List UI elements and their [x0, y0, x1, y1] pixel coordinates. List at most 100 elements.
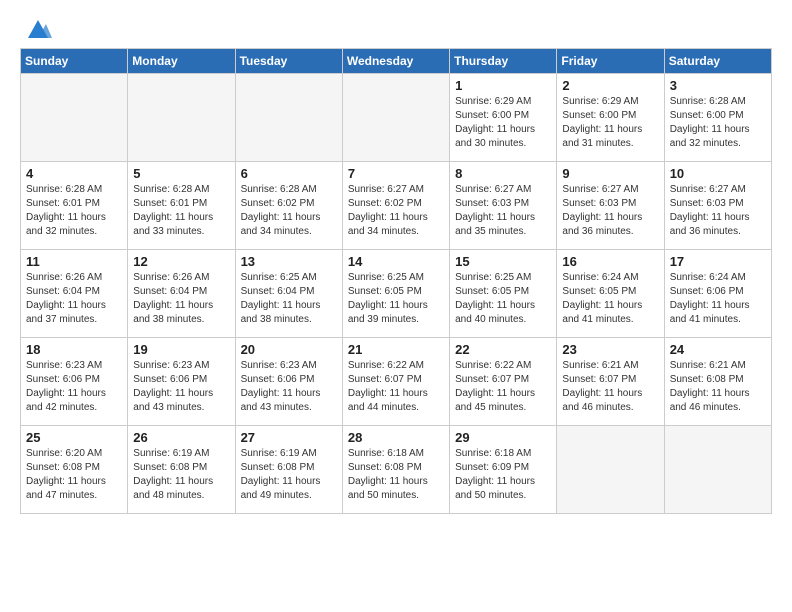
day-number: 26 — [133, 430, 229, 445]
logo — [20, 20, 52, 38]
day-info: Sunrise: 6:19 AMSunset: 6:08 PMDaylight:… — [241, 447, 337, 503]
day-info: Sunrise: 6:26 AMSunset: 6:04 PMDaylight:… — [133, 271, 229, 327]
weekday-header: Thursday — [450, 49, 557, 74]
calendar-cell: 8 Sunrise: 6:27 AMSunset: 6:03 PMDaylight… — [450, 162, 557, 250]
calendar-cell: 14 Sunrise: 6:25 AMSunset: 6:05 PMDayligh… — [342, 250, 449, 338]
day-info: Sunrise: 6:23 AMSunset: 6:06 PMDaylight:… — [133, 359, 229, 415]
day-info: Sunrise: 6:21 AMSunset: 6:08 PMDaylight:… — [670, 359, 766, 415]
day-number: 23 — [562, 342, 658, 357]
day-info: Sunrise: 6:29 AMSunset: 6:00 PMDaylight:… — [455, 95, 551, 151]
calendar-cell: 28 Sunrise: 6:18 AMSunset: 6:08 PMDayligh… — [342, 426, 449, 514]
calendar-cell — [235, 74, 342, 162]
calendar-cell: 25 Sunrise: 6:20 AMSunset: 6:08 PMDayligh… — [21, 426, 128, 514]
day-info: Sunrise: 6:22 AMSunset: 6:07 PMDaylight:… — [455, 359, 551, 415]
weekday-header: Saturday — [664, 49, 771, 74]
calendar-cell: 3 Sunrise: 6:28 AMSunset: 6:00 PMDaylight… — [664, 74, 771, 162]
day-info: Sunrise: 6:25 AMSunset: 6:05 PMDaylight:… — [455, 271, 551, 327]
weekday-header: Sunday — [21, 49, 128, 74]
calendar-cell — [664, 426, 771, 514]
day-number: 6 — [241, 166, 337, 181]
day-number: 2 — [562, 78, 658, 93]
calendar-cell: 24 Sunrise: 6:21 AMSunset: 6:08 PMDayligh… — [664, 338, 771, 426]
calendar-cell: 22 Sunrise: 6:22 AMSunset: 6:07 PMDayligh… — [450, 338, 557, 426]
day-number: 21 — [348, 342, 444, 357]
day-info: Sunrise: 6:23 AMSunset: 6:06 PMDaylight:… — [241, 359, 337, 415]
calendar-cell: 26 Sunrise: 6:19 AMSunset: 6:08 PMDayligh… — [128, 426, 235, 514]
day-number: 16 — [562, 254, 658, 269]
day-info: Sunrise: 6:28 AMSunset: 6:01 PMDaylight:… — [26, 183, 122, 239]
calendar-cell: 21 Sunrise: 6:22 AMSunset: 6:07 PMDayligh… — [342, 338, 449, 426]
day-number: 19 — [133, 342, 229, 357]
day-number: 28 — [348, 430, 444, 445]
calendar-cell: 10 Sunrise: 6:27 AMSunset: 6:03 PMDayligh… — [664, 162, 771, 250]
day-info: Sunrise: 6:28 AMSunset: 6:01 PMDaylight:… — [133, 183, 229, 239]
day-info: Sunrise: 6:23 AMSunset: 6:06 PMDaylight:… — [26, 359, 122, 415]
day-number: 14 — [348, 254, 444, 269]
calendar-cell: 18 Sunrise: 6:23 AMSunset: 6:06 PMDayligh… — [21, 338, 128, 426]
day-info: Sunrise: 6:28 AMSunset: 6:02 PMDaylight:… — [241, 183, 337, 239]
weekday-header: Wednesday — [342, 49, 449, 74]
calendar-cell: 5Sunrise: 6:28 AMSunset: 6:01 PMDaylight… — [128, 162, 235, 250]
calendar-cell: 13 Sunrise: 6:25 AMSunset: 6:04 PMDayligh… — [235, 250, 342, 338]
calendar-cell: 12 Sunrise: 6:26 AMSunset: 6:04 PMDayligh… — [128, 250, 235, 338]
day-number: 24 — [670, 342, 766, 357]
day-number: 1 — [455, 78, 551, 93]
day-info: Sunrise: 6:27 AMSunset: 6:02 PMDaylight:… — [348, 183, 444, 239]
day-info: Sunrise: 6:28 AMSunset: 6:00 PMDaylight:… — [670, 95, 766, 151]
weekday-header: Tuesday — [235, 49, 342, 74]
page-header — [20, 20, 772, 38]
day-info: Sunrise: 6:24 AMSunset: 6:06 PMDaylight:… — [670, 271, 766, 327]
calendar-cell: 1 Sunrise: 6:29 AMSunset: 6:00 PMDaylight… — [450, 74, 557, 162]
day-info: Sunrise: 6:18 AMSunset: 6:08 PMDaylight:… — [348, 447, 444, 503]
day-info: Sunrise: 6:25 AMSunset: 6:05 PMDaylight:… — [348, 271, 444, 327]
calendar-cell: 15 Sunrise: 6:25 AMSunset: 6:05 PMDayligh… — [450, 250, 557, 338]
calendar-cell — [128, 74, 235, 162]
day-number: 15 — [455, 254, 551, 269]
logo-icon — [24, 20, 52, 38]
day-info: Sunrise: 6:26 AMSunset: 6:04 PMDaylight:… — [26, 271, 122, 327]
day-info: Sunrise: 6:18 AMSunset: 6:09 PMDaylight:… — [455, 447, 551, 503]
day-number: 25 — [26, 430, 122, 445]
calendar-cell: 6 Sunrise: 6:28 AMSunset: 6:02 PMDaylight… — [235, 162, 342, 250]
weekday-header: Friday — [557, 49, 664, 74]
calendar-cell: 29 Sunrise: 6:18 AMSunset: 6:09 PMDayligh… — [450, 426, 557, 514]
calendar-cell: 9Sunrise: 6:27 AMSunset: 6:03 PMDaylight… — [557, 162, 664, 250]
day-number: 11 — [26, 254, 122, 269]
calendar-cell: 17 Sunrise: 6:24 AMSunset: 6:06 PMDayligh… — [664, 250, 771, 338]
day-info: Sunrise: 6:25 AMSunset: 6:04 PMDaylight:… — [241, 271, 337, 327]
calendar-cell: 19 Sunrise: 6:23 AMSunset: 6:06 PMDayligh… — [128, 338, 235, 426]
day-info: Sunrise: 6:22 AMSunset: 6:07 PMDaylight:… — [348, 359, 444, 415]
day-info: Sunrise: 6:27 AMSunset: 6:03 PMDaylight:… — [455, 183, 551, 239]
day-number: 13 — [241, 254, 337, 269]
day-info: Sunrise: 6:19 AMSunset: 6:08 PMDaylight:… — [133, 447, 229, 503]
day-number: 18 — [26, 342, 122, 357]
calendar-table: SundayMondayTuesdayWednesdayThursdayFrid… — [20, 48, 772, 514]
calendar-cell: 16 Sunrise: 6:24 AMSunset: 6:05 PMDayligh… — [557, 250, 664, 338]
day-info: Sunrise: 6:27 AMSunset: 6:03 PMDaylight:… — [562, 183, 658, 239]
calendar-cell — [342, 74, 449, 162]
day-number: 29 — [455, 430, 551, 445]
day-info: Sunrise: 6:27 AMSunset: 6:03 PMDaylight:… — [670, 183, 766, 239]
day-number: 3 — [670, 78, 766, 93]
day-number: 27 — [241, 430, 337, 445]
calendar-cell: 23 Sunrise: 6:21 AMSunset: 6:07 PMDayligh… — [557, 338, 664, 426]
day-number: 4 — [26, 166, 122, 181]
day-info: Sunrise: 6:24 AMSunset: 6:05 PMDaylight:… — [562, 271, 658, 327]
day-info: Sunrise: 6:29 AMSunset: 6:00 PMDaylight:… — [562, 95, 658, 151]
day-info: Sunrise: 6:21 AMSunset: 6:07 PMDaylight:… — [562, 359, 658, 415]
day-number: 7 — [348, 166, 444, 181]
calendar-cell: 4 Sunrise: 6:28 AMSunset: 6:01 PMDaylight… — [21, 162, 128, 250]
day-number: 8 — [455, 166, 551, 181]
day-number: 12 — [133, 254, 229, 269]
day-number: 22 — [455, 342, 551, 357]
day-number: 17 — [670, 254, 766, 269]
calendar-cell — [557, 426, 664, 514]
calendar-cell: 2 Sunrise: 6:29 AMSunset: 6:00 PMDaylight… — [557, 74, 664, 162]
calendar-cell: 27 Sunrise: 6:19 AMSunset: 6:08 PMDayligh… — [235, 426, 342, 514]
day-info: Sunrise: 6:20 AMSunset: 6:08 PMDaylight:… — [26, 447, 122, 503]
day-number: 20 — [241, 342, 337, 357]
calendar-cell: 7 Sunrise: 6:27 AMSunset: 6:02 PMDaylight… — [342, 162, 449, 250]
calendar-cell — [21, 74, 128, 162]
day-number: 10 — [670, 166, 766, 181]
weekday-header: Monday — [128, 49, 235, 74]
